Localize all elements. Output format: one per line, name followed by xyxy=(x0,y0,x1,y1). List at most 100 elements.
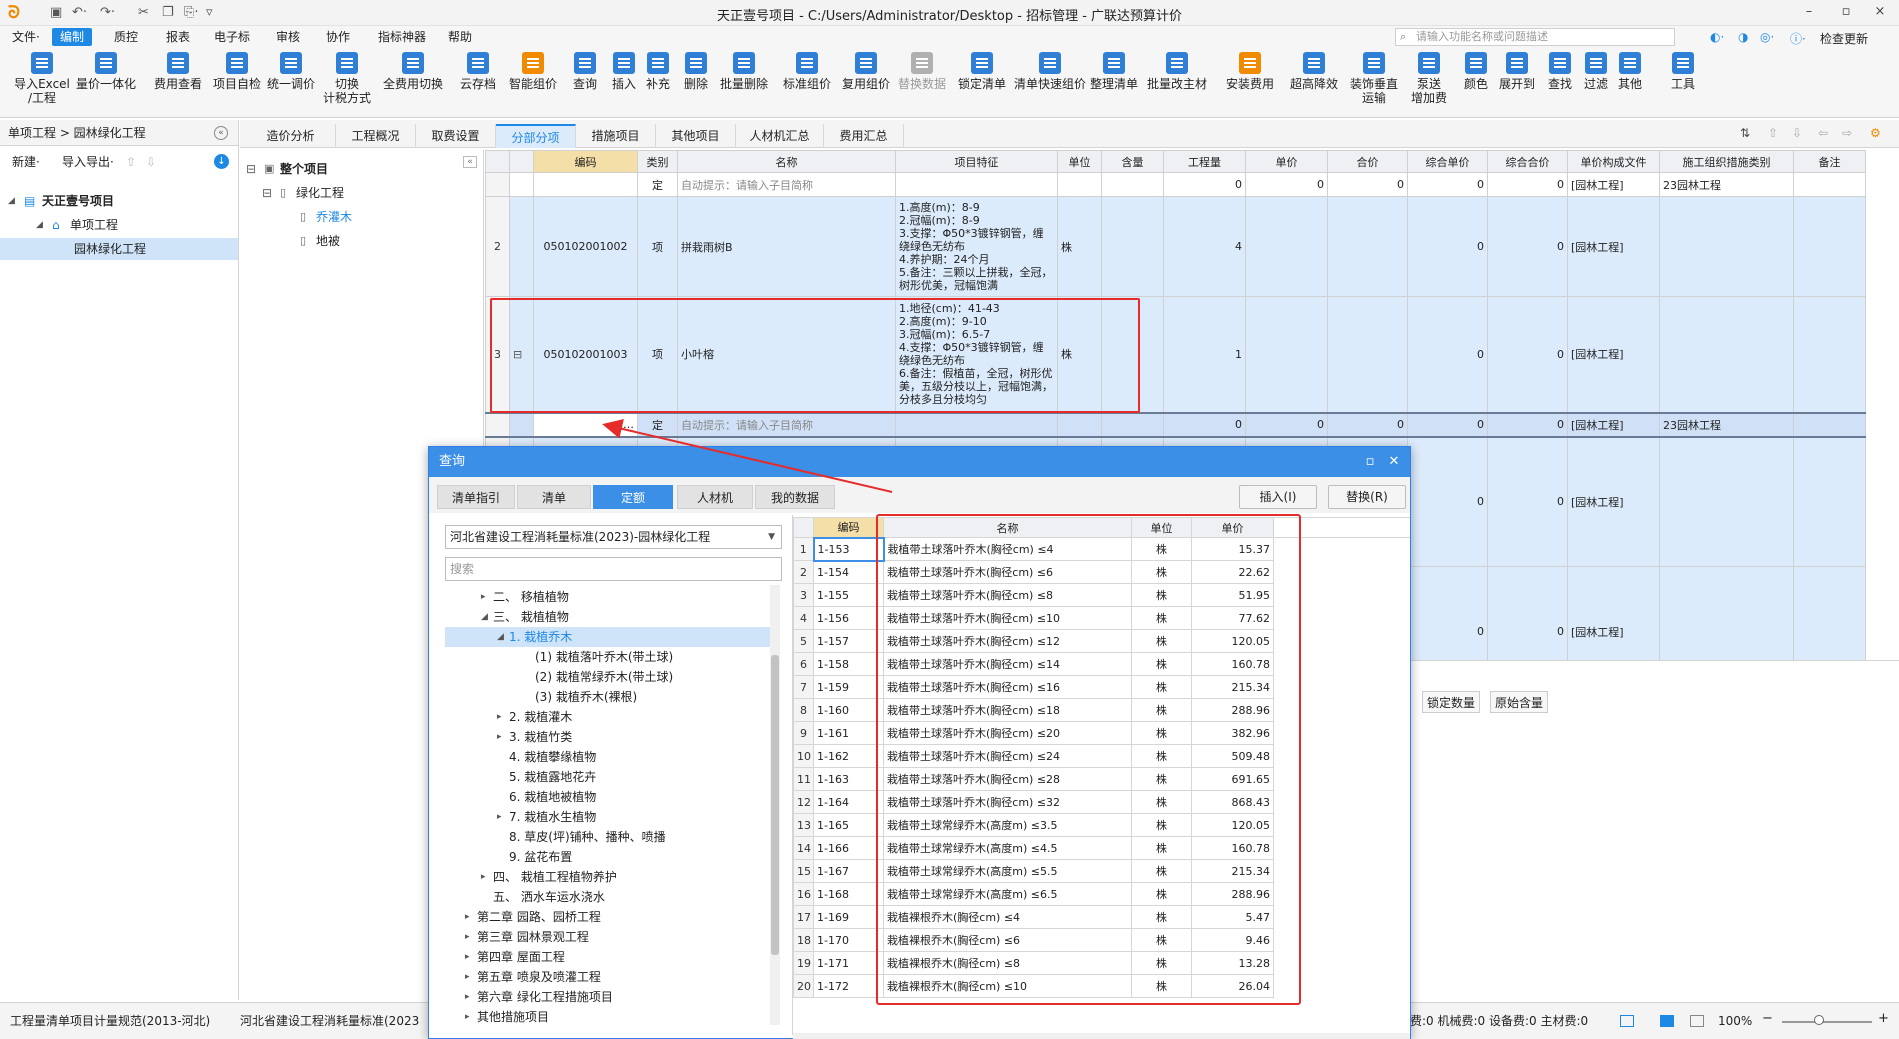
bill-cell-measure[interactable] xyxy=(1659,436,1794,567)
ribbon-button[interactable]: 量价一体化 xyxy=(72,52,140,91)
ribbon-button[interactable]: 其他 xyxy=(1612,52,1648,91)
ribbon-button[interactable]: 颜色 xyxy=(1460,52,1492,91)
bill-cell-price[interactable] xyxy=(1245,196,1328,297)
quota-tree-node[interactable]: 5. 栽植露地花卉 xyxy=(445,767,775,787)
bill-cell-note[interactable] xyxy=(1793,172,1866,197)
column-header[interactable]: 备注 xyxy=(1793,150,1866,173)
quota-tree-node[interactable]: ▸ 2. 栽植灌木 xyxy=(445,707,775,727)
grid-nav-icon[interactable]: ⇧ xyxy=(1768,126,1778,140)
ribbon-button[interactable]: 批量删除 xyxy=(714,52,774,91)
bill-cell-comp-price[interactable]: 0 xyxy=(1407,172,1488,197)
menu-item[interactable]: 帮助 xyxy=(440,28,480,46)
bill-cell-file[interactable]: [园林工程] xyxy=(1567,566,1660,660)
bill-cell-measure[interactable] xyxy=(1659,196,1794,297)
detail-tab[interactable]: 原始含量 xyxy=(1490,691,1549,713)
column-header[interactable]: 项目特征 xyxy=(895,150,1058,173)
tab[interactable]: 取费设置 xyxy=(416,124,496,148)
quick-access-icon[interactable]: ↷· xyxy=(100,4,115,22)
ribbon-button[interactable]: 工具 xyxy=(1666,52,1700,91)
expand-arrow-icon[interactable]: ▸ xyxy=(465,947,470,967)
grid-nav-icon[interactable]: ⚙ xyxy=(1870,126,1881,140)
quota-code[interactable]: 1-167 xyxy=(813,859,884,883)
replace-button[interactable]: 替换(R) xyxy=(1328,485,1406,509)
bill-cell-comp-total[interactable]: 0 xyxy=(1487,172,1568,197)
expand-arrow-icon[interactable]: ▸ xyxy=(465,907,470,927)
column-header[interactable]: 单价 xyxy=(1245,150,1328,173)
quota-tree-node[interactable]: ▸ 其他措施项目 xyxy=(445,1007,775,1027)
expand-arrow-icon[interactable]: ▸ xyxy=(497,707,502,727)
column-header[interactable]: 编码 xyxy=(533,150,638,173)
bill-cell-unit[interactable] xyxy=(1057,172,1102,197)
quick-access-icon[interactable]: ▣ xyxy=(50,4,62,22)
quota-code[interactable]: 1-161 xyxy=(813,721,884,745)
column-header[interactable] xyxy=(485,150,510,173)
dialog-tab[interactable]: 人材机 xyxy=(677,485,753,509)
bill-cell-name[interactable]: 拼栽雨树B xyxy=(677,196,896,297)
column-header[interactable]: 含量 xyxy=(1101,150,1164,173)
ribbon-button[interactable]: 费用查看 xyxy=(148,52,208,91)
ribbon-button[interactable]: 切换 计税方式 xyxy=(318,52,376,105)
quota-column-header[interactable]: 编码 xyxy=(813,517,884,538)
quota-tree-node[interactable]: ▸ 二、 移植植物 xyxy=(445,587,775,607)
tab[interactable]: 其他项目 xyxy=(656,124,736,148)
quota-tree-node[interactable]: ▸ 第五章 喷泉及喷灌工程 xyxy=(445,967,775,987)
maximize-icon[interactable]: ▫ xyxy=(1832,3,1860,21)
quota-code[interactable]: 1-157 xyxy=(813,629,884,653)
bill-cell-qty[interactable]: 4 xyxy=(1163,196,1246,297)
quick-access-icon[interactable]: ⎘· xyxy=(184,4,199,22)
function-search-input[interactable]: ⌕ 请输入功能名称或问题描述 xyxy=(1395,28,1675,46)
bill-cell-note[interactable] xyxy=(1793,566,1866,660)
ribbon-button[interactable]: 清单快速组价 xyxy=(1012,52,1088,91)
quota-tree-node[interactable]: (2) 栽植常绿乔木(带土球) xyxy=(445,667,775,687)
menu-tool-icon[interactable]: ◎· xyxy=(1760,30,1774,44)
ribbon-button[interactable]: 装饰垂直 运输 xyxy=(1346,52,1402,105)
bill-cell-content[interactable] xyxy=(1101,411,1164,438)
collapse-panel-icon[interactable]: « xyxy=(214,126,228,140)
expand-arrow-icon[interactable]: ▸ xyxy=(497,727,502,747)
tab[interactable]: 人材机汇总 xyxy=(736,124,824,148)
zoom-out-icon[interactable]: − xyxy=(1762,1011,1773,1027)
grid-horizontal-scrollbar[interactable] xyxy=(793,1033,1410,1039)
quota-tree-node[interactable]: ◢ 1. 栽植乔木 xyxy=(445,627,775,647)
bill-row[interactable]: 2 050102001002 项拼栽雨树B 1.高度(m)：8-9 2.冠幅(m)：8… xyxy=(485,196,1866,297)
menu-item[interactable]: 报表 xyxy=(158,28,198,46)
bill-cell-comp-total[interactable]: 0 xyxy=(1487,196,1568,297)
quota-code[interactable]: 1-154 xyxy=(813,560,884,584)
bill-cell-note[interactable] xyxy=(1793,296,1866,413)
tab[interactable]: 分部分项 xyxy=(496,124,576,148)
bill-cell-price[interactable]: 0 xyxy=(1245,172,1328,197)
quota-code[interactable]: 1-171 xyxy=(813,951,884,975)
quota-code[interactable]: 1-153 xyxy=(812,536,885,562)
bill-cell-file[interactable]: [园林工程] xyxy=(1567,296,1660,413)
division-tree-node[interactable]: ▯ 乔灌木 xyxy=(240,206,470,228)
quota-code[interactable]: 1-166 xyxy=(813,836,884,860)
minimize-icon[interactable]: – xyxy=(1795,3,1823,21)
dialog-close-icon[interactable]: ✕ xyxy=(1384,447,1404,477)
division-tree-node[interactable]: ⊟ ▯ 绿化工程 xyxy=(240,182,470,204)
quota-code[interactable]: 1-162 xyxy=(813,744,884,768)
bill-cell-comp-price[interactable]: 0 xyxy=(1407,296,1488,413)
layout-columns-icon[interactable] xyxy=(1690,1015,1704,1027)
bill-cell-file[interactable]: [园林工程] xyxy=(1567,411,1660,438)
bill-cell-content[interactable] xyxy=(1101,196,1164,297)
column-header[interactable]: 施工组织措施类别 xyxy=(1659,150,1794,173)
expand-arrow-icon[interactable]: ▸ xyxy=(465,967,470,987)
bill-cell-note[interactable] xyxy=(1793,411,1866,438)
bill-cell-feature[interactable] xyxy=(895,172,1058,197)
quota-standard-select[interactable]: 河北省建设工程消耗量标准(2023)-园林绿化工程 ▼ xyxy=(445,525,782,549)
tab[interactable]: 费用汇总 xyxy=(824,124,904,148)
bill-cell-feature[interactable]: 1.高度(m)：8-9 2.冠幅(m)：8-9 3.支撑：Φ50*3镀锌钢管，缠… xyxy=(895,196,1058,297)
bill-cell-feature[interactable] xyxy=(895,411,1058,438)
column-header[interactable]: 合价 xyxy=(1327,150,1408,173)
bill-cell-type[interactable]: 项 xyxy=(637,196,678,297)
menu-tool-icon[interactable]: ◐· xyxy=(1710,30,1724,44)
division-tree-node[interactable]: ▯ 地被 xyxy=(240,230,470,252)
ribbon-button[interactable]: 智能组价 xyxy=(504,52,562,91)
column-header[interactable]: 工程量 xyxy=(1163,150,1246,173)
ribbon-button[interactable]: 查询 xyxy=(566,52,604,91)
layout-split-icon[interactable] xyxy=(1660,1015,1674,1027)
bill-cell-price[interactable]: 0 xyxy=(1245,411,1328,438)
bill-cell-total[interactable]: 0 xyxy=(1327,172,1408,197)
expand-arrow-icon[interactable]: ▸ xyxy=(481,587,486,607)
bill-cell-total[interactable]: 0 xyxy=(1327,411,1408,438)
